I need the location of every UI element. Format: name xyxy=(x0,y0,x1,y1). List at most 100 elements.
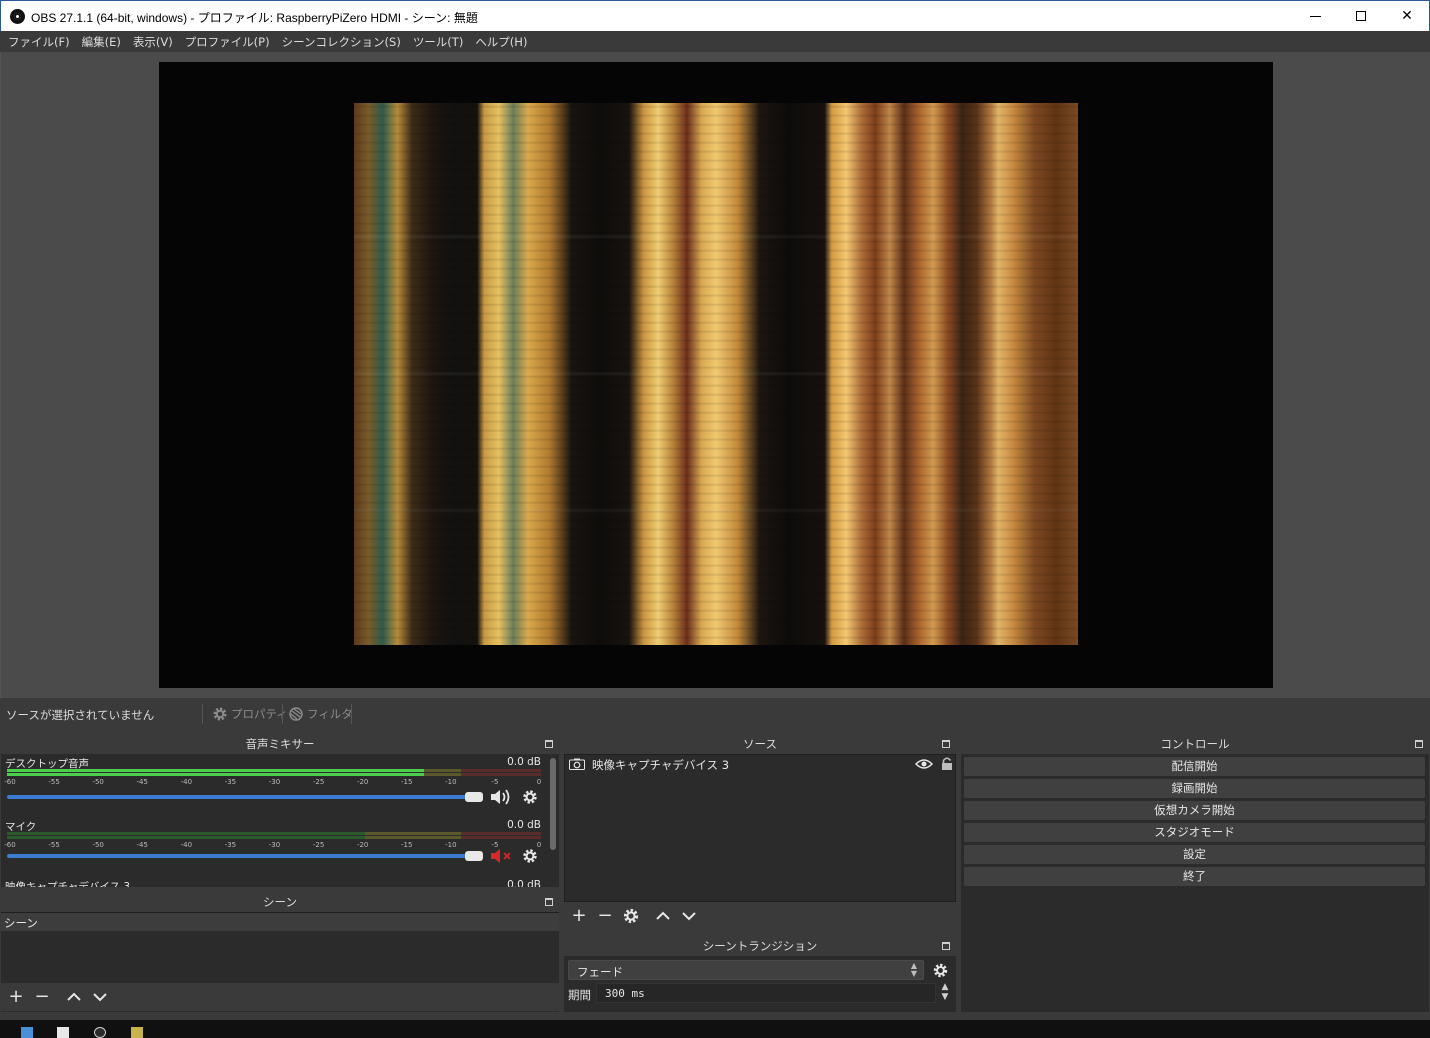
separator xyxy=(282,704,283,724)
taskbar-obs-icon[interactable] xyxy=(94,1027,106,1038)
settings-button[interactable]: 設定 xyxy=(964,845,1425,864)
menu-file[interactable]: ファイル(F) xyxy=(4,34,78,50)
mixer-channel-desktop: デスクトップ音声 0.0 dB -60 -55 -50 -45 -40 -35 -30 -25… xyxy=(1,754,547,816)
meter-scale-label: -50 xyxy=(92,841,104,849)
meter-scale-label: -60 xyxy=(4,778,16,786)
meter-scale-label: -55 xyxy=(48,841,60,849)
menu-view[interactable]: 表示(V) xyxy=(129,34,181,50)
gear-icon[interactable] xyxy=(932,962,949,979)
filters-label: フィルタ xyxy=(307,707,353,721)
meter-scale-label: -20 xyxy=(356,841,369,849)
menu-tools[interactable]: ツール(T) xyxy=(409,34,472,50)
meter-scale-label: -45 xyxy=(136,841,148,849)
remove-icon[interactable]: − xyxy=(596,907,614,925)
list-item[interactable]: 映像キャプチャデバイス 3 xyxy=(565,755,955,773)
move-down-icon[interactable] xyxy=(91,988,109,1006)
scenes-toolbar: + − xyxy=(1,983,559,1011)
source-name: 映像キャプチャデバイス 3 xyxy=(592,758,730,772)
meter-scale-label: -15 xyxy=(401,778,413,786)
undock-icon[interactable] xyxy=(942,740,950,748)
speaker-icon[interactable] xyxy=(489,788,513,806)
duration-stepper[interactable]: ▲ ▼ xyxy=(938,982,952,1004)
menu-scene-collection[interactable]: シーンコレクション(S) xyxy=(278,34,409,50)
studio-mode-button[interactable]: スタジオモード xyxy=(964,823,1425,842)
start-recording-button[interactable]: 録画開始 xyxy=(964,779,1425,798)
close-button[interactable]: ✕ xyxy=(1384,1,1430,31)
meter-scale-label: -35 xyxy=(224,841,237,849)
add-icon[interactable]: + xyxy=(570,907,588,925)
properties-button[interactable]: プロパティ xyxy=(212,705,288,723)
taskbar-app-icon[interactable] xyxy=(21,1027,33,1038)
audio-mixer-dock: 音声ミキサー デスクトップ音声 0.0 dB -60 -55 -50 -45 -40 -3… xyxy=(1,734,559,887)
scene-transitions-dock: シーントランジション フェード ▲ ▼ 期間 300 ms ▲ ▼ xyxy=(564,936,956,1012)
lock-icon[interactable] xyxy=(940,756,954,771)
no-source-selected-label: ソースが選択されていません xyxy=(6,708,155,722)
sources-list: 映像キャプチャデバイス 3 xyxy=(564,754,956,902)
volume-slider[interactable] xyxy=(7,851,483,861)
maximize-icon xyxy=(1356,11,1366,21)
sources-toolbar: + − xyxy=(564,902,956,930)
video-capture-frame xyxy=(354,103,1078,645)
gear-icon[interactable] xyxy=(622,907,640,925)
meter-level xyxy=(7,769,424,772)
channel-db: 0.0 dB xyxy=(507,756,541,768)
move-up-icon[interactable] xyxy=(654,907,672,925)
menu-profile[interactable]: プロファイル(P) xyxy=(181,34,278,50)
remove-icon[interactable]: − xyxy=(33,988,51,1006)
move-up-icon[interactable] xyxy=(65,988,83,1006)
gear-icon[interactable] xyxy=(522,789,538,805)
list-item[interactable]: シーン xyxy=(1,913,559,931)
duration-field[interactable]: 300 ms xyxy=(596,983,936,1003)
muted-speaker-icon[interactable] xyxy=(489,847,513,865)
meter-scale: -60 -55 -50 -45 -40 -35 -30 -25 -20 -15 -10 -5 0 xyxy=(4,778,541,788)
start-streaming-button[interactable]: 配信開始 xyxy=(964,757,1425,776)
minimize-icon xyxy=(1309,15,1321,17)
exit-button[interactable]: 終了 xyxy=(964,867,1425,886)
duration-label: 期間 xyxy=(568,988,591,1002)
minimize-button[interactable] xyxy=(1292,1,1338,31)
meter-scale-label: -55 xyxy=(48,778,60,786)
meter-scale-label: -50 xyxy=(92,778,104,786)
maximize-button[interactable] xyxy=(1338,1,1384,31)
gear-icon[interactable] xyxy=(522,848,538,864)
move-down-icon[interactable] xyxy=(680,907,698,925)
separator xyxy=(202,704,203,724)
filters-button[interactable]: フィルタ xyxy=(288,705,353,723)
meter-scale-label: -10 xyxy=(445,778,457,786)
menu-help[interactable]: ヘルプ(H) xyxy=(471,34,535,50)
title-bar: OBS 27.1.1 (64-bit, windows) - プロファイル: R… xyxy=(0,0,1430,31)
scrollbar-thumb[interactable] xyxy=(550,758,556,850)
mixer-body: デスクトップ音声 0.0 dB -60 -55 -50 -45 -40 -35 -30 -25… xyxy=(1,754,547,887)
source-context-bar: ソースが選択されていません プロパティ フィルタ xyxy=(0,698,1430,730)
window-title: OBS 27.1.1 (64-bit, windows) - プロファイル: R… xyxy=(31,11,478,25)
meter-scale-label: -25 xyxy=(312,778,325,786)
scenes-list: シーン xyxy=(1,912,559,976)
meter-scale-label: -20 xyxy=(356,778,369,786)
transition-select[interactable]: フェード ▲ ▼ xyxy=(568,960,924,980)
undock-icon[interactable] xyxy=(545,898,553,906)
undock-icon[interactable] xyxy=(545,740,553,748)
taskbar-app-icon[interactable] xyxy=(57,1027,69,1038)
start-virtual-camera-button[interactable]: 仮想カメラ開始 xyxy=(964,801,1425,820)
eye-icon[interactable] xyxy=(915,758,933,770)
close-icon: ✕ xyxy=(1401,8,1413,24)
meter-scale-label: -10 xyxy=(445,841,457,849)
add-icon[interactable]: + xyxy=(7,988,25,1006)
volume-slider-handle[interactable] xyxy=(465,851,483,861)
sources-dock: ソース 映像キャプチャデバイス 3 + − xyxy=(564,734,956,930)
undock-icon[interactable] xyxy=(942,942,950,950)
volume-slider[interactable] xyxy=(7,792,483,802)
volume-slider-handle[interactable] xyxy=(465,792,483,802)
mixer-channel-mic: マイク 0.0 dB -60 -55 -50 -45 -40 -35 -30 -25 -20 -1… xyxy=(1,817,547,879)
meter-scale: -60 -55 -50 -45 -40 -35 -30 -25 -20 -15 -10 -5 0 xyxy=(4,841,541,851)
sources-title: ソース xyxy=(564,734,956,754)
preview-canvas[interactable] xyxy=(159,62,1273,688)
updown-chevron-icon: ▲ ▼ xyxy=(910,961,918,978)
undock-icon[interactable] xyxy=(1415,740,1423,748)
mixer-scrollbar[interactable] xyxy=(549,756,557,884)
menu-edit[interactable]: 編集(E) xyxy=(78,34,129,50)
transition-selected-value: フェード xyxy=(577,965,623,979)
properties-label: プロパティ xyxy=(231,707,288,721)
taskbar-app-icon[interactable] xyxy=(131,1027,143,1038)
preview-area xyxy=(0,52,1430,698)
